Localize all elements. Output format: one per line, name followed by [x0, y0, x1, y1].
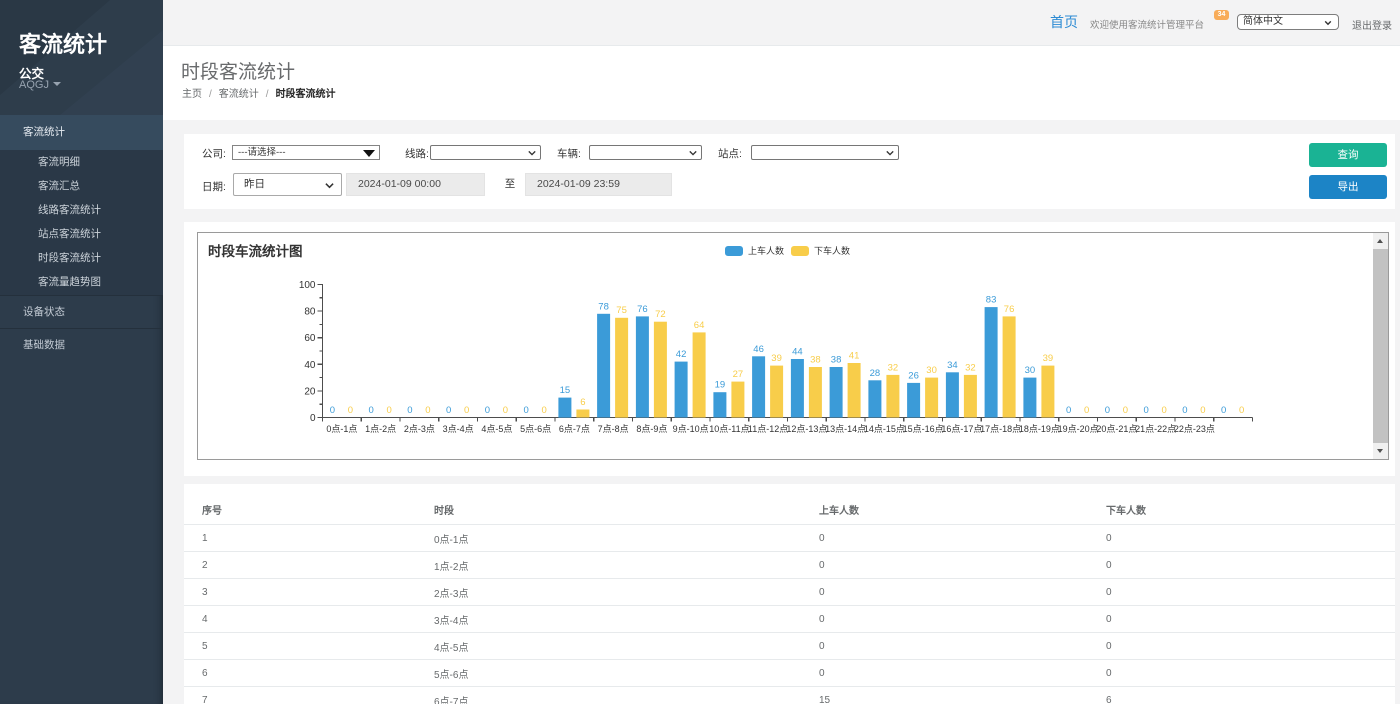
svg-text:21点-22点: 21点-22点: [1135, 424, 1176, 434]
svg-text:8点-9点: 8点-9点: [636, 424, 667, 434]
svg-text:39: 39: [771, 353, 782, 364]
svg-text:0: 0: [407, 405, 412, 416]
svg-text:4点-5点: 4点-5点: [481, 424, 512, 434]
svg-text:0: 0: [1123, 405, 1128, 416]
svg-text:6点-7点: 6点-7点: [559, 424, 590, 434]
svg-text:39: 39: [1043, 353, 1054, 364]
svg-text:1点-2点: 1点-2点: [365, 424, 396, 434]
svg-text:7点-8点: 7点-8点: [598, 424, 629, 434]
svg-text:80: 80: [304, 307, 316, 318]
svg-text:64: 64: [694, 320, 705, 331]
svg-text:75: 75: [616, 305, 627, 316]
svg-text:0: 0: [1084, 405, 1089, 416]
svg-text:17点-18点: 17点-18点: [980, 424, 1021, 434]
svg-text:72: 72: [655, 309, 666, 320]
svg-text:0: 0: [1143, 405, 1148, 416]
svg-text:34: 34: [947, 360, 958, 371]
svg-text:0: 0: [386, 405, 391, 416]
svg-text:0点-1点: 0点-1点: [326, 424, 357, 434]
svg-text:26: 26: [908, 370, 919, 381]
svg-text:27: 27: [733, 369, 744, 380]
svg-text:16点-17点: 16点-17点: [941, 424, 982, 434]
svg-text:32: 32: [888, 362, 899, 373]
svg-text:0: 0: [368, 405, 373, 416]
svg-text:0: 0: [1182, 405, 1187, 416]
svg-text:6: 6: [580, 397, 585, 408]
svg-text:18点-19点: 18点-19点: [1019, 424, 1060, 434]
svg-text:14点-15点: 14点-15点: [864, 424, 905, 434]
svg-text:2点-3点: 2点-3点: [404, 424, 435, 434]
svg-text:0: 0: [1239, 405, 1244, 416]
svg-text:13点-14点: 13点-14点: [825, 424, 866, 434]
svg-text:0: 0: [330, 405, 335, 416]
svg-text:44: 44: [792, 347, 803, 358]
svg-text:15: 15: [560, 385, 571, 396]
svg-text:22点-23点: 22点-23点: [1174, 424, 1215, 434]
svg-text:32: 32: [965, 362, 976, 373]
svg-text:0: 0: [310, 413, 316, 424]
svg-text:0: 0: [1066, 405, 1071, 416]
svg-text:76: 76: [637, 304, 648, 315]
svg-text:11点-12点: 11点-12点: [748, 424, 788, 434]
svg-text:41: 41: [849, 351, 860, 362]
svg-text:0: 0: [541, 405, 546, 416]
svg-text:60: 60: [304, 333, 316, 344]
svg-text:20: 20: [304, 386, 316, 397]
svg-text:5点-6点: 5点-6点: [520, 424, 551, 434]
svg-text:0: 0: [1105, 405, 1110, 416]
svg-text:0: 0: [1200, 405, 1205, 416]
svg-text:15点-16点: 15点-16点: [903, 424, 944, 434]
svg-text:10点-11点: 10点-11点: [709, 424, 749, 434]
svg-text:30: 30: [926, 365, 937, 376]
svg-text:0: 0: [503, 405, 508, 416]
svg-text:78: 78: [598, 301, 609, 312]
svg-text:12点-13点: 12点-13点: [786, 424, 827, 434]
svg-text:38: 38: [831, 355, 842, 366]
svg-text:0: 0: [485, 405, 490, 416]
svg-text:0: 0: [523, 405, 528, 416]
svg-text:0: 0: [425, 405, 430, 416]
svg-text:38: 38: [810, 355, 821, 366]
svg-text:28: 28: [870, 368, 881, 379]
svg-text:83: 83: [986, 295, 997, 306]
svg-text:0: 0: [464, 405, 469, 416]
svg-text:0: 0: [1221, 405, 1226, 416]
svg-text:19点-20点: 19点-20点: [1058, 424, 1099, 434]
svg-text:19: 19: [715, 380, 726, 391]
svg-text:76: 76: [1004, 304, 1015, 315]
svg-text:42: 42: [676, 349, 687, 360]
svg-text:0: 0: [348, 405, 353, 416]
svg-text:0: 0: [1161, 405, 1166, 416]
svg-text:46: 46: [753, 344, 764, 355]
svg-text:3点-4点: 3点-4点: [443, 424, 474, 434]
svg-text:100: 100: [299, 280, 316, 291]
svg-text:20点-21点: 20点-21点: [1096, 424, 1137, 434]
svg-text:9点-10点: 9点-10点: [673, 424, 709, 434]
svg-text:0: 0: [446, 405, 451, 416]
svg-text:30: 30: [1025, 365, 1036, 376]
svg-text:40: 40: [304, 360, 316, 371]
